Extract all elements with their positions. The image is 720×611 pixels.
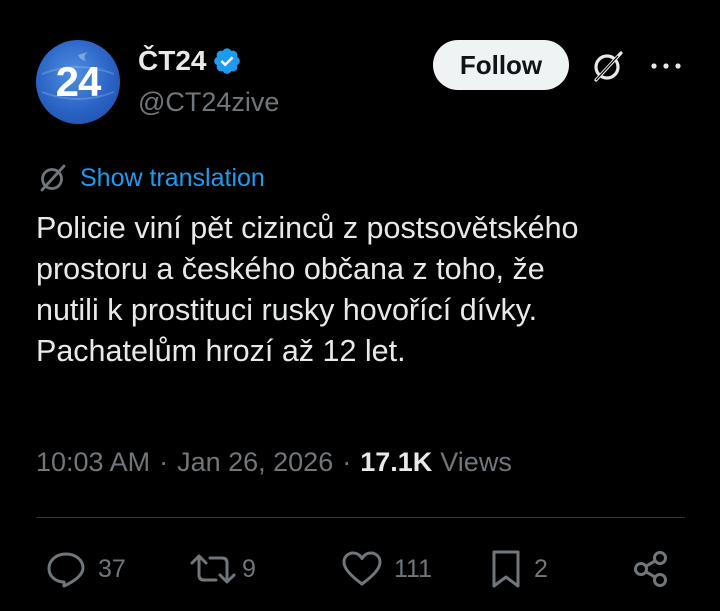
grok-translate-icon: [36, 161, 70, 195]
avatar[interactable]: 24: [36, 40, 120, 124]
author-name-row[interactable]: ČT24: [138, 44, 242, 78]
bookmark-button[interactable]: 2: [488, 548, 548, 590]
views-count: 17.1K: [360, 446, 433, 477]
bookmark-count: 2: [534, 555, 548, 583]
views-label: Views: [440, 446, 512, 477]
verified-badge-icon: [212, 46, 242, 76]
follow-button[interactable]: Follow: [433, 40, 569, 90]
reply-button[interactable]: 37: [44, 548, 126, 590]
bookmark-icon: [488, 548, 524, 590]
reply-icon: [44, 548, 88, 590]
show-translation-row[interactable]: Show translation: [36, 160, 265, 196]
divider: [36, 517, 685, 518]
repost-button[interactable]: 9: [188, 548, 256, 590]
like-button[interactable]: 111: [340, 548, 432, 590]
tweet-text: Policie viní pět cizinců z postsovětskéh…: [36, 211, 579, 368]
avatar-logo-text: 24: [55, 58, 102, 105]
share-button[interactable]: [630, 548, 672, 590]
tweet-meta: 10:03 AM · Jan 26, 2026 · 17.1K Views: [36, 444, 512, 480]
tweet-time[interactable]: 10:03 AM: [36, 447, 150, 478]
heart-icon: [340, 548, 384, 590]
tweet-date[interactable]: Jan 26, 2026: [177, 447, 333, 478]
grok-icon[interactable]: [588, 46, 628, 86]
repost-count: 9: [242, 555, 256, 583]
repost-icon: [188, 548, 238, 590]
meta-separator: ·: [159, 446, 169, 477]
author-display-name[interactable]: ČT24: [138, 44, 206, 78]
like-count: 111: [394, 555, 433, 583]
show-translation-link[interactable]: Show translation: [80, 160, 265, 196]
reply-count: 37: [98, 555, 126, 583]
meta-separator: ·: [342, 446, 352, 477]
more-dots-icon[interactable]: [646, 54, 686, 78]
author-handle[interactable]: @CT24zive: [138, 86, 279, 118]
share-icon: [630, 548, 672, 590]
